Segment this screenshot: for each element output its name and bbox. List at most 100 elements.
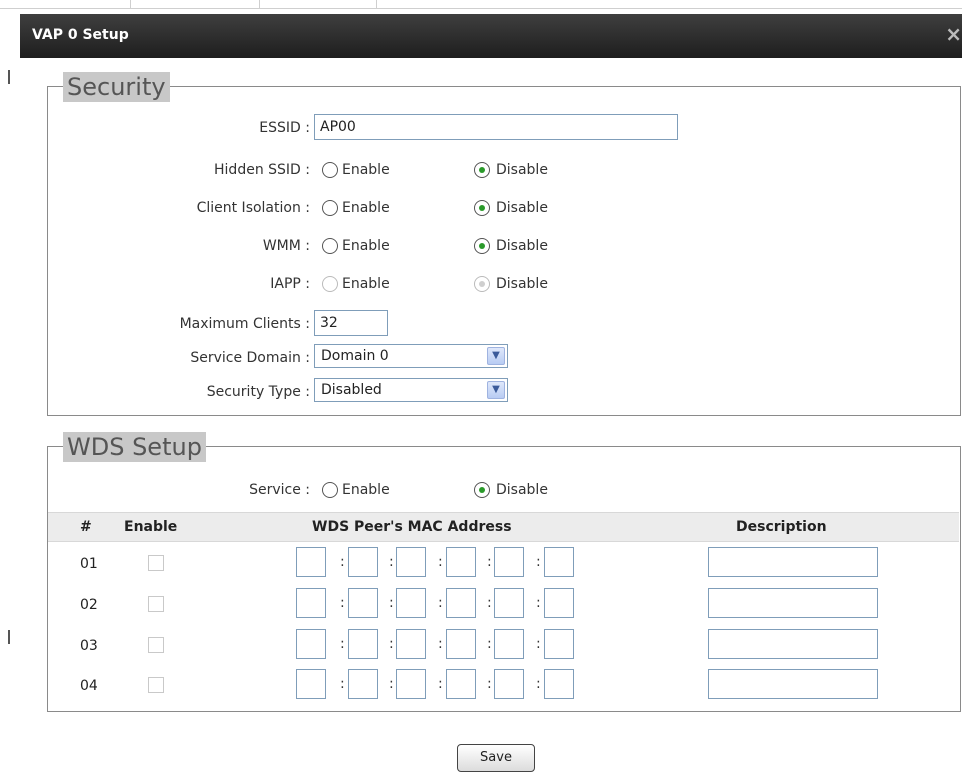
wds-service-label: Service : <box>249 482 310 498</box>
security-type-select[interactable]: Disabled ▼ <box>314 378 508 402</box>
service-domain-select[interactable]: Domain 0 ▼ <box>314 344 508 368</box>
essid-input[interactable] <box>314 114 678 140</box>
mac-separator: : <box>487 595 492 611</box>
chevron-down-icon[interactable]: ▼ <box>487 381 505 399</box>
mac-separator: : <box>340 595 345 611</box>
wds-legend: WDS Setup <box>63 432 206 462</box>
dialog-title: VAP 0 Setup <box>32 27 129 43</box>
column-header-number: # <box>80 519 92 535</box>
mac-separator: : <box>340 554 345 570</box>
column-header-mac: WDS Peer's MAC Address <box>312 519 512 535</box>
mac-separator: : <box>536 676 541 692</box>
mac-octet-input[interactable] <box>544 588 574 618</box>
iapp-disable-radio <box>474 276 490 292</box>
security-type-value: Disabled <box>321 382 382 398</box>
mac-octet-input[interactable] <box>396 547 426 577</box>
hidden-ssid-enable-radio[interactable] <box>322 162 338 178</box>
mac-octet-input[interactable] <box>296 547 326 577</box>
mac-separator: : <box>487 554 492 570</box>
row-number: 03 <box>80 638 98 654</box>
hidden-ssid-enable-label: Enable <box>342 162 390 178</box>
mac-octet-input[interactable] <box>446 588 476 618</box>
mac-octet-input[interactable] <box>494 669 524 699</box>
mac-octet-input[interactable] <box>544 669 574 699</box>
row-enable-checkbox[interactable] <box>148 637 164 653</box>
wds-service-enable-radio[interactable] <box>322 482 338 498</box>
mac-separator: : <box>340 676 345 692</box>
description-input[interactable] <box>708 588 878 618</box>
table-row: 02 : : : : : <box>48 587 959 627</box>
description-input[interactable] <box>708 547 878 577</box>
mac-octet-input[interactable] <box>544 547 574 577</box>
client-isolation-disable-radio[interactable] <box>474 200 490 216</box>
wmm-enable-label: Enable <box>342 238 390 254</box>
background-tab <box>258 0 377 8</box>
mac-octet-input[interactable] <box>296 588 326 618</box>
iapp-enable-label: Enable <box>342 276 390 292</box>
wmm-label: WMM : <box>262 238 310 254</box>
hidden-ssid-label: Hidden SSID : <box>214 162 310 178</box>
wmm-disable-radio[interactable] <box>474 238 490 254</box>
service-domain-label: Service Domain : <box>190 350 310 366</box>
mac-octet-input[interactable] <box>396 629 426 659</box>
column-header-enable: Enable <box>124 519 178 535</box>
mac-octet-input[interactable] <box>348 669 378 699</box>
iapp-disable-label: Disable <box>496 276 548 292</box>
description-input[interactable] <box>708 629 878 659</box>
row-enable-checkbox[interactable] <box>148 555 164 571</box>
mac-octet-input[interactable] <box>296 629 326 659</box>
max-clients-label: Maximum Clients : <box>179 316 310 332</box>
client-isolation-disable-label: Disable <box>496 200 548 216</box>
mac-octet-input[interactable] <box>446 669 476 699</box>
mac-separator: : <box>389 554 394 570</box>
background-divider <box>0 8 962 9</box>
iapp-enable-radio <box>322 276 338 292</box>
table-row: 01 : : : : : <box>48 546 959 586</box>
mac-separator: : <box>389 595 394 611</box>
mac-separator: : <box>536 595 541 611</box>
mac-octet-input[interactable] <box>348 547 378 577</box>
mac-octet-input[interactable] <box>544 629 574 659</box>
mac-octet-input[interactable] <box>396 669 426 699</box>
background-edge <box>8 630 10 644</box>
close-icon[interactable]: × <box>945 24 962 44</box>
dialog-titlebar: VAP 0 Setup × <box>20 14 962 58</box>
wds-service-disable-radio[interactable] <box>474 482 490 498</box>
row-number: 01 <box>80 556 98 572</box>
mac-separator: : <box>536 554 541 570</box>
wds-service-disable-label: Disable <box>496 482 548 498</box>
mac-octet-input[interactable] <box>446 629 476 659</box>
iapp-label: IAPP : <box>270 276 310 292</box>
security-type-label: Security Type : <box>206 384 310 400</box>
row-number: 04 <box>80 678 98 694</box>
hidden-ssid-disable-label: Disable <box>496 162 548 178</box>
client-isolation-label: Client Isolation : <box>196 200 310 216</box>
client-isolation-enable-radio[interactable] <box>322 200 338 216</box>
mac-separator: : <box>438 676 443 692</box>
row-enable-checkbox[interactable] <box>148 677 164 693</box>
max-clients-input[interactable] <box>314 310 388 336</box>
chevron-down-icon[interactable]: ▼ <box>487 347 505 365</box>
mac-octet-input[interactable] <box>396 588 426 618</box>
mac-octet-input[interactable] <box>348 588 378 618</box>
table-row: 03 : : : : : <box>48 628 959 668</box>
row-enable-checkbox[interactable] <box>148 596 164 612</box>
mac-octet-input[interactable] <box>348 629 378 659</box>
mac-separator: : <box>536 636 541 652</box>
description-input[interactable] <box>708 669 878 699</box>
mac-separator: : <box>487 636 492 652</box>
mac-separator: : <box>438 595 443 611</box>
mac-octet-input[interactable] <box>296 669 326 699</box>
mac-octet-input[interactable] <box>494 588 524 618</box>
row-number: 02 <box>80 597 98 613</box>
wmm-enable-radio[interactable] <box>322 238 338 254</box>
hidden-ssid-disable-radio[interactable] <box>474 162 490 178</box>
service-domain-value: Domain 0 <box>321 348 389 364</box>
background-tab <box>130 0 260 8</box>
mac-octet-input[interactable] <box>446 547 476 577</box>
wds-table-header: # Enable WDS Peer's MAC Address Descript… <box>48 512 959 542</box>
mac-octet-input[interactable] <box>494 629 524 659</box>
save-button[interactable]: Save <box>457 744 535 772</box>
mac-octet-input[interactable] <box>494 547 524 577</box>
mac-separator: : <box>389 676 394 692</box>
